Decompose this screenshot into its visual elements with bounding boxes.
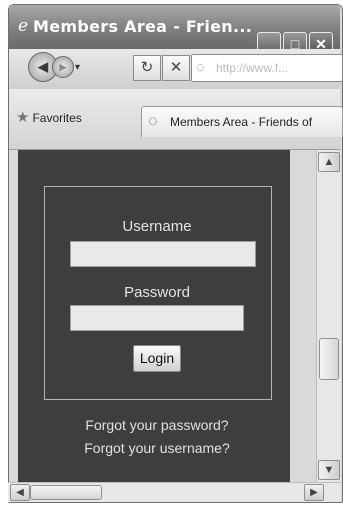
scroll-down-icon: ▼ — [323, 464, 335, 476]
scroll-right-icon: ▶ — [310, 487, 318, 498]
scroll-up-button[interactable]: ▲ — [318, 152, 340, 172]
forward-arrow-icon: ▶ — [59, 62, 67, 72]
address-url[interactable]: http://www.f... — [216, 61, 288, 75]
refresh-icon: ↻ — [140, 59, 154, 76]
vertical-scrollbar[interactable] — [316, 150, 341, 482]
favorites-button[interactable]: ★ Favorites — [16, 108, 82, 130]
password-input[interactable] — [70, 305, 244, 331]
history-dropdown-icon[interactable]: ▾ — [75, 62, 80, 73]
favorites-star-icon: ★ — [16, 109, 30, 126]
stop-icon: ✕ — [169, 59, 183, 76]
horizontal-scroll-thumb[interactable] — [30, 485, 102, 500]
password-label: Password — [124, 284, 190, 301]
favorites-label: Favorites — [32, 111, 82, 125]
address-bar[interactable]: ◌ http://www.f... — [191, 54, 343, 82]
login-button[interactable]: Login — [133, 345, 181, 372]
refresh-button[interactable]: ↻ — [133, 55, 161, 81]
window-title: Members Area - Frien... — [33, 17, 253, 36]
stop-button[interactable]: ✕ — [162, 55, 190, 81]
back-arrow-icon: ◀ — [38, 59, 48, 74]
username-input[interactable] — [70, 241, 256, 267]
tab-loading-icon: ◌ — [148, 113, 158, 130]
vertical-scroll-thumb[interactable] — [319, 338, 339, 380]
ie-logo-icon: e — [18, 16, 29, 36]
forward-button[interactable]: ▶ — [52, 56, 74, 78]
scroll-down-button[interactable]: ▼ — [318, 460, 340, 480]
forgot-username-link[interactable]: Forgot your username? — [44, 440, 270, 456]
browser-tab[interactable]: ◌ Members Area - Friends of — [141, 106, 343, 137]
scroll-left-button[interactable]: ◀ — [10, 484, 30, 501]
page-loading-icon: ◌ — [196, 59, 205, 76]
forgot-password-link[interactable]: Forgot your password? — [44, 417, 270, 433]
scroll-left-icon: ◀ — [16, 487, 24, 498]
scroll-up-icon: ▲ — [323, 156, 335, 168]
tab-label: Members Area - Friends of — [170, 115, 313, 129]
scroll-right-button[interactable]: ▶ — [304, 484, 324, 501]
username-label: Username — [122, 218, 192, 235]
